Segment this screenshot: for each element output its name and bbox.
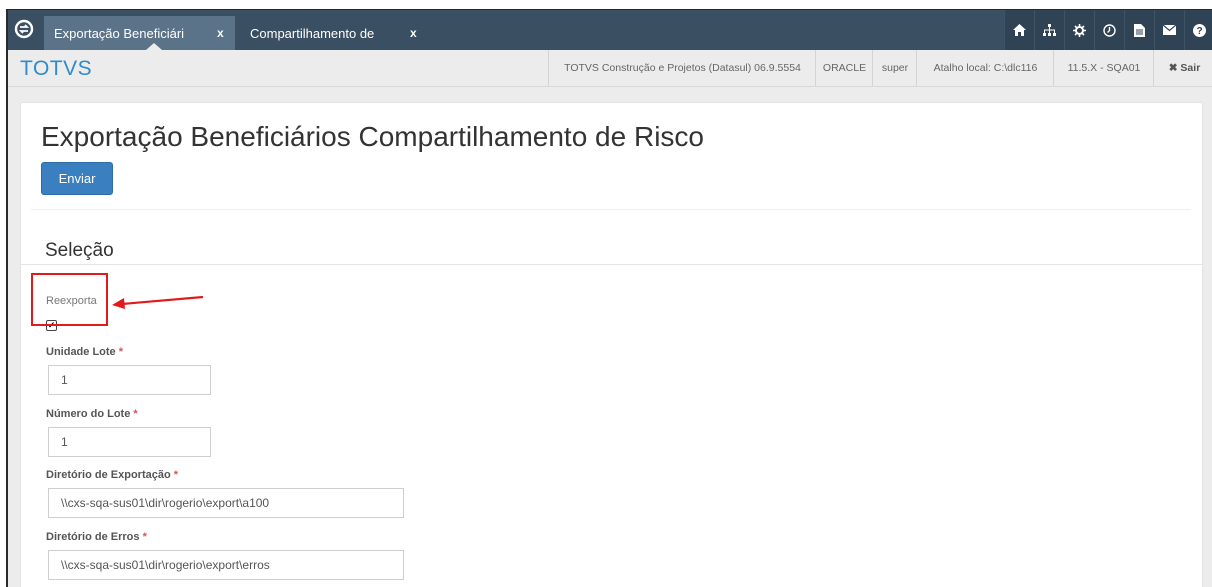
help-icon[interactable]: ? xyxy=(1184,10,1212,50)
user-info: super xyxy=(872,50,917,86)
required-mark: * xyxy=(142,531,147,543)
unidade-lote-label-text: Unidade Lote xyxy=(46,346,116,358)
divider xyxy=(21,264,1202,265)
mail-icon[interactable] xyxy=(1154,10,1184,50)
tab-exportacao[interactable]: Exportação Beneficiári x xyxy=(44,16,235,50)
top-bar: Exportação Beneficiári x Compartilhament… xyxy=(8,10,1212,50)
section-title: Seleção xyxy=(45,240,114,261)
sitemap-icon[interactable] xyxy=(1034,10,1064,50)
required-mark: * xyxy=(133,408,138,420)
tab-compartilhamento[interactable]: Compartilhamento de x xyxy=(240,16,430,50)
toolbar-icons: ? xyxy=(1004,10,1212,50)
dir-export-label: Diretório de Exportação * xyxy=(46,469,178,481)
sub-header: TOTVS TOTVS Construção e Projetos (Datas… xyxy=(8,50,1212,87)
document-icon[interactable] xyxy=(1124,10,1154,50)
brand-logo[interactable]: TOTVS xyxy=(20,57,92,81)
tab-label: Exportação Beneficiári xyxy=(54,25,185,41)
dir-erros-label: Diretório de Erros * xyxy=(46,531,147,543)
numero-lote-input[interactable]: 1 xyxy=(48,427,211,457)
logo-icon[interactable] xyxy=(14,19,34,39)
numero-lote-label: Número do Lote * xyxy=(46,408,138,420)
gear-icon[interactable] xyxy=(1064,10,1094,50)
unidade-lote-input[interactable]: 1 xyxy=(48,365,211,395)
divider xyxy=(31,209,1191,210)
page-title: Exportação Beneficiários Compartilhament… xyxy=(41,121,704,152)
active-tab-caret xyxy=(146,43,162,50)
close-icon[interactable]: x xyxy=(217,26,224,40)
version-info: 11.5.X - SQA01 xyxy=(1053,50,1154,86)
shortcut-info: Atalho local: C:\dlc116 xyxy=(916,50,1054,86)
unidade-lote-label: Unidade Lote * xyxy=(46,346,123,358)
send-button[interactable]: Enviar xyxy=(41,162,113,195)
svg-text:?: ? xyxy=(1196,26,1202,37)
dir-export-input[interactable]: \\cxs-sqa-sus01\dir\rogerio\export\a100 xyxy=(48,488,404,518)
tab-label: Compartilhamento de xyxy=(250,25,375,41)
required-mark: * xyxy=(173,469,179,481)
logout-button[interactable]: ✖ Sair xyxy=(1153,50,1212,86)
required-mark: * xyxy=(118,346,124,358)
annotation-arrow-icon xyxy=(112,295,204,309)
close-icon[interactable]: x xyxy=(410,26,417,40)
dir-erros-input[interactable]: \\cxs-sqa-sus01\dir\rogerio\export\erros xyxy=(48,550,404,580)
database-info: ORACLE xyxy=(815,50,873,86)
main-panel: Exportação Beneficiários Compartilhament… xyxy=(20,102,1203,587)
clock-icon[interactable] xyxy=(1094,10,1124,50)
annotation-highlight-box xyxy=(31,273,108,326)
home-icon[interactable] xyxy=(1004,10,1034,50)
product-info: TOTVS Construção e Projetos (Datasul) 06… xyxy=(548,50,816,86)
numero-lote-label-text: Número do Lote xyxy=(46,408,131,420)
dir-export-label-text: Diretório de Exportação xyxy=(46,469,171,481)
dir-erros-label-text: Diretório de Erros xyxy=(46,531,140,543)
